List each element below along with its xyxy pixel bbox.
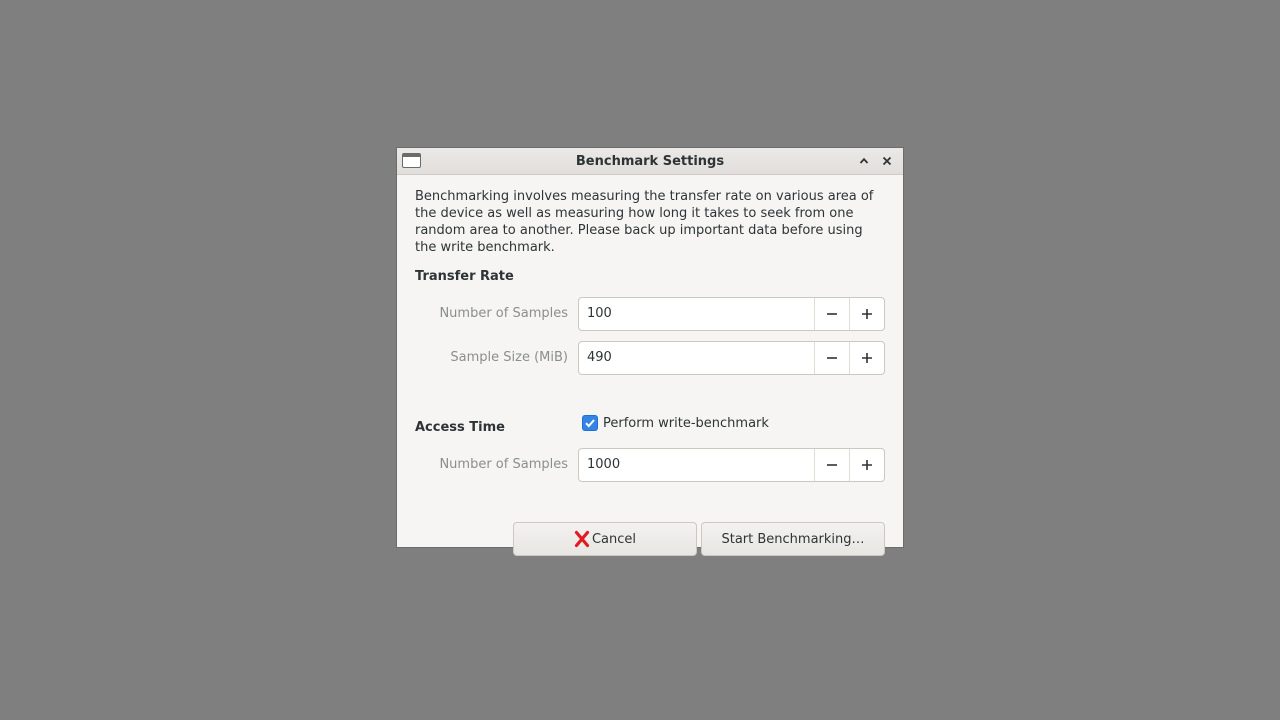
close-icon — [882, 156, 892, 166]
write-benchmark-row[interactable]: Perform write-benchmark — [582, 415, 769, 431]
write-benchmark-checkbox[interactable] — [582, 415, 598, 431]
transfer-num-samples-input[interactable]: 100 — [579, 298, 814, 330]
collapse-button[interactable] — [856, 153, 872, 169]
access-num-samples-decrement-button[interactable] — [814, 449, 849, 481]
benchmark-settings-dialog: Benchmark Settings Benchmarking involves… — [397, 148, 903, 556]
cancel-icon — [574, 530, 590, 548]
minus-icon — [827, 313, 837, 315]
plus-icon — [862, 353, 872, 363]
plus-icon — [862, 460, 872, 470]
transfer-num-samples-increment-button[interactable] — [849, 298, 884, 330]
transfer-rate-heading: Transfer Rate — [415, 269, 514, 284]
minus-icon — [827, 357, 837, 359]
check-icon — [585, 419, 595, 428]
chevron-up-icon — [859, 157, 869, 164]
start-benchmarking-button[interactable]: Start Benchmarking… — [701, 522, 885, 556]
dialog-title: Benchmark Settings — [575, 154, 725, 169]
titlebar[interactable]: Benchmark Settings — [397, 148, 903, 175]
access-num-samples-input[interactable]: 1000 — [579, 449, 814, 481]
plus-icon — [862, 309, 872, 319]
cancel-button-label: Cancel — [591, 531, 637, 547]
access-num-samples-increment-button[interactable] — [849, 449, 884, 481]
cancel-button[interactable]: Cancel — [513, 522, 697, 556]
sample-size-input[interactable]: 490 — [579, 342, 814, 374]
minus-icon — [827, 464, 837, 466]
close-button[interactable] — [879, 153, 895, 169]
sample-size-increment-button[interactable] — [849, 342, 884, 374]
transfer-num-samples-decrement-button[interactable] — [814, 298, 849, 330]
access-num-samples-label: Number of Samples — [439, 457, 568, 472]
access-time-heading: Access Time — [415, 420, 505, 435]
write-benchmark-label[interactable]: Perform write-benchmark — [603, 416, 769, 431]
access-num-samples-spinbutton[interactable]: 1000 — [578, 448, 885, 482]
description-text: Benchmarking involves measuring the tran… — [415, 189, 874, 255]
sample-size-label: Sample Size (MiB) — [450, 350, 568, 365]
transfer-num-samples-label: Number of Samples — [439, 306, 568, 321]
sample-size-decrement-button[interactable] — [814, 342, 849, 374]
start-benchmarking-label: Start Benchmarking… — [721, 531, 865, 547]
sample-size-spinbutton[interactable]: 490 — [578, 341, 885, 375]
transfer-num-samples-spinbutton[interactable]: 100 — [578, 297, 885, 331]
